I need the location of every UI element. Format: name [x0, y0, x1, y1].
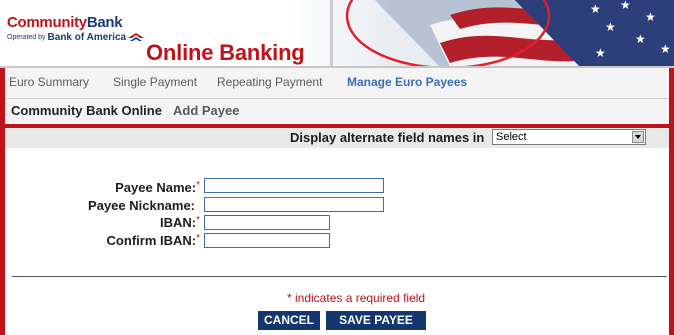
- nav-euro-summary[interactable]: Euro Summary: [9, 75, 89, 89]
- iban-label: IBAN:*: [159, 215, 200, 230]
- alternate-field-names-select[interactable]: Select: [492, 129, 646, 145]
- payee-name-label: Payee Name:*: [115, 180, 200, 195]
- brand-name-part1: Community: [7, 14, 87, 31]
- site-header: ★ ★ ★ ★ ★ ★ ★ CommunityBank Operated by …: [0, 0, 674, 68]
- payee-nickname-input[interactable]: [204, 197, 384, 212]
- confirm-iban-label: Confirm IBAN:*: [106, 233, 200, 248]
- form-divider: [12, 276, 667, 277]
- community-bank-logo[interactable]: CommunityBank Operated by Bank of Americ…: [7, 14, 145, 43]
- required-marker: *: [196, 180, 200, 191]
- cancel-button[interactable]: CANCEL: [258, 311, 320, 330]
- nav-manage-euro-payees[interactable]: Manage Euro Payees: [347, 75, 467, 89]
- alternate-field-names-row: Display alternate field names in Select: [5, 128, 669, 148]
- save-payee-button[interactable]: SAVE PAYEE: [326, 311, 426, 330]
- nav-repeating-payment[interactable]: Repeating Payment: [217, 75, 322, 89]
- payee-name-input[interactable]: [204, 178, 384, 193]
- required-marker: *: [196, 215, 200, 226]
- payee-nickname-label: Payee Nickname:: [88, 198, 195, 213]
- operated-by: Operated by Bank of America: [7, 32, 145, 43]
- required-marker: *: [196, 233, 200, 244]
- iban-input[interactable]: [204, 215, 330, 230]
- main-nav: Euro Summary Single Payment Repeating Pa…: [5, 68, 669, 99]
- required-field-note: * indicates a required field: [287, 291, 426, 305]
- flag-banner-image: ★ ★ ★ ★ ★ ★ ★: [290, 0, 674, 67]
- bank-of-america-flag-icon: [128, 33, 145, 41]
- parent-bank-name: Bank of America: [47, 32, 127, 43]
- alternate-field-names-label: Display alternate field names in: [290, 130, 485, 145]
- online-banking-title: Online Banking: [146, 40, 305, 65]
- breadcrumb: Community Bank Online Add Payee: [5, 99, 669, 123]
- brand-name-part2: Bank: [86, 14, 123, 31]
- page-title: Add Payee: [173, 103, 240, 118]
- chevron-down-icon[interactable]: [632, 131, 644, 143]
- select-value: Select: [496, 131, 527, 143]
- breadcrumb-root[interactable]: Community Bank Online: [11, 103, 162, 118]
- nav-single-payment[interactable]: Single Payment: [113, 75, 197, 89]
- operated-by-label: Operated by: [7, 34, 46, 41]
- brand-name: CommunityBank: [7, 14, 144, 31]
- confirm-iban-input[interactable]: [204, 233, 330, 248]
